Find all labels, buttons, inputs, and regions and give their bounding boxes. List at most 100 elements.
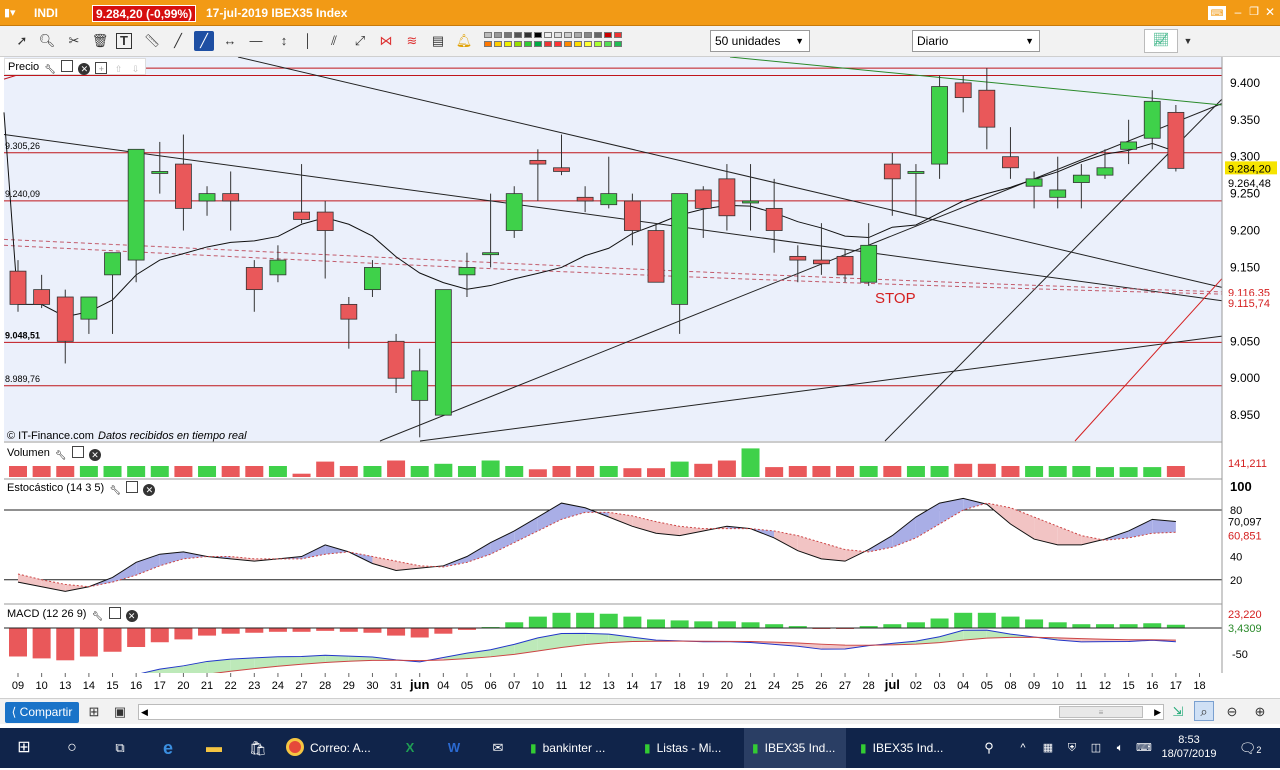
color-swatch[interactable] bbox=[604, 32, 612, 38]
trash-icon[interactable]: 🗑︎ bbox=[90, 31, 110, 51]
word-icon[interactable]: W bbox=[440, 728, 468, 768]
color-swatch[interactable] bbox=[544, 41, 552, 47]
taskbar-item-ibex[interactable]: ▮ IBEX35 Ind... bbox=[852, 728, 952, 768]
volume-icon[interactable]: 🔈︎ bbox=[1110, 728, 1130, 768]
color-swatch[interactable] bbox=[524, 32, 532, 38]
period-select[interactable]: Diario ▼ bbox=[912, 30, 1040, 52]
color-swatch[interactable] bbox=[554, 32, 562, 38]
add-icon[interactable]: + bbox=[95, 62, 108, 74]
channel-icon[interactable]: ⫽ bbox=[324, 31, 344, 51]
scroll-left-icon[interactable]: ◀ bbox=[141, 705, 148, 719]
zoom-out-icon[interactable]: ⊖ bbox=[1222, 702, 1242, 722]
color-swatch[interactable] bbox=[564, 41, 572, 47]
color-swatch[interactable] bbox=[494, 41, 502, 47]
share-button[interactable]: ⟨ Compartir bbox=[5, 702, 79, 723]
export-icon[interactable]: ⇲ bbox=[1168, 702, 1188, 722]
pointer-icon[interactable]: ➚ bbox=[12, 31, 32, 51]
color-swatch[interactable] bbox=[584, 41, 592, 47]
edge-icon[interactable]: e bbox=[154, 728, 182, 768]
chevron-down-icon[interactable]: ▼ bbox=[1178, 31, 1198, 51]
wifi-icon[interactable]: ◫ bbox=[1086, 728, 1106, 768]
color-swatch[interactable] bbox=[584, 32, 592, 38]
expand-icon[interactable]: ⤢ bbox=[350, 31, 370, 51]
close-icon[interactable]: ✕ bbox=[89, 449, 101, 461]
people-icon[interactable]: ⚲ bbox=[978, 728, 1000, 768]
taskbar-item-bankinter[interactable]: ▮ bankinter ... bbox=[530, 728, 630, 768]
fibonacci-icon[interactable]: ⋈ bbox=[376, 31, 396, 51]
color-swatch[interactable] bbox=[504, 32, 512, 38]
taskbar-item-ibex-active[interactable]: ▮ IBEX35 Ind... bbox=[744, 728, 846, 768]
color-swatch[interactable] bbox=[594, 32, 602, 38]
zoom-in-icon[interactable]: ⊕ bbox=[1250, 702, 1270, 722]
clock[interactable]: 8:53 18/07/2019 bbox=[1160, 728, 1218, 768]
shield-icon[interactable]: ⛨ bbox=[1062, 728, 1082, 768]
horizontal-scrollbar[interactable]: ◀ ≡ ▶ bbox=[138, 704, 1164, 720]
file-explorer-icon[interactable]: ▬ bbox=[200, 728, 228, 768]
task-view-icon[interactable]: ⧉ bbox=[106, 728, 134, 768]
window-icon[interactable] bbox=[108, 607, 121, 619]
close-button[interactable]: ✕ bbox=[1262, 4, 1278, 20]
grid-tool-icon[interactable]: ▤ bbox=[428, 31, 448, 51]
color-swatch[interactable] bbox=[504, 41, 512, 47]
windows-start-icon[interactable]: ⊞ bbox=[10, 728, 38, 768]
line-tool-icon[interactable]: ╱ bbox=[168, 31, 188, 51]
chart-area[interactable]: STOP 9.305,26 9.240,09 9.048,51 8.989,76 9.40… bbox=[0, 56, 1280, 698]
save-icon[interactable]: ▣ bbox=[110, 702, 130, 722]
close-icon[interactable]: ✕ bbox=[78, 63, 91, 75]
network-tray-icon[interactable]: ▦ bbox=[1038, 728, 1058, 768]
move-down-icon[interactable]: ⇩ bbox=[130, 63, 142, 75]
color-swatch[interactable] bbox=[484, 32, 492, 38]
ruler-icon[interactable]: 📏︎ bbox=[142, 31, 162, 51]
tools-icon[interactable]: ✂ bbox=[64, 31, 84, 51]
notifications-icon[interactable]: 🗨︎2 bbox=[1236, 728, 1264, 768]
wrench-icon[interactable]: 🔧︎ bbox=[55, 449, 67, 461]
color-swatch[interactable] bbox=[524, 41, 532, 47]
excel-icon[interactable]: X bbox=[396, 728, 424, 768]
taskbar-item-chrome[interactable]: Correo: A... bbox=[286, 728, 378, 768]
color-swatch[interactable] bbox=[534, 32, 542, 38]
zoom-select-icon[interactable]: ⌕ bbox=[1194, 701, 1214, 721]
color-swatch[interactable] bbox=[514, 41, 522, 47]
horizontal-segment-icon[interactable]: ↔ bbox=[220, 31, 240, 51]
app-menu-icon[interactable]: ▮▾ bbox=[4, 0, 30, 26]
keyboard-icon[interactable]: ⌨ bbox=[1208, 6, 1226, 20]
color-swatch[interactable] bbox=[574, 32, 582, 38]
chart-canvas[interactable]: STOP 9.305,26 9.240,09 9.048,51 8.989,76 9.40… bbox=[0, 56, 1280, 698]
color-swatch[interactable] bbox=[564, 32, 572, 38]
wrench-icon[interactable]: 🔧︎ bbox=[44, 63, 56, 75]
minimize-button[interactable]: – bbox=[1230, 4, 1246, 20]
close-icon[interactable]: ✕ bbox=[143, 484, 156, 496]
taskbar-item-listas[interactable]: ▮ Listas - Mi... bbox=[644, 728, 740, 768]
color-swatch[interactable] bbox=[614, 41, 622, 47]
scroll-right-icon[interactable]: ▶ bbox=[1154, 705, 1161, 719]
color-swatch[interactable] bbox=[494, 32, 502, 38]
search-icon[interactable]: ○ bbox=[58, 728, 86, 768]
color-swatch[interactable] bbox=[554, 41, 562, 47]
move-up-icon[interactable]: ⇧ bbox=[113, 63, 125, 75]
vertical-segment-icon[interactable]: ↕ bbox=[274, 31, 294, 51]
vertical-line-icon[interactable]: │ bbox=[298, 31, 318, 51]
mail-icon[interactable]: ✉ bbox=[484, 728, 512, 768]
units-select[interactable]: 50 unidades ▼ bbox=[710, 30, 810, 52]
chart-type-icon[interactable]: 📈︎ bbox=[1144, 29, 1178, 53]
scroll-thumb[interactable]: ≡ bbox=[1059, 706, 1143, 718]
color-swatch[interactable] bbox=[534, 41, 542, 47]
horizontal-line-icon[interactable]: ― bbox=[246, 31, 266, 51]
alarm-icon[interactable]: 🔔︎ bbox=[454, 31, 474, 51]
trendline-tool-icon[interactable]: ╱ bbox=[194, 31, 214, 51]
color-swatch[interactable] bbox=[514, 32, 522, 38]
color-swatch[interactable] bbox=[574, 41, 582, 47]
text-tool-icon[interactable]: T bbox=[116, 33, 132, 49]
bar-spacing-icon[interactable]: ⊞ bbox=[84, 702, 104, 722]
chevron-up-icon[interactable]: ^ bbox=[1014, 728, 1032, 768]
zoom-icon[interactable]: 🔍︎ bbox=[37, 31, 57, 51]
color-swatch[interactable] bbox=[594, 41, 602, 47]
wrench-icon[interactable]: 🔧︎ bbox=[92, 610, 104, 622]
close-icon[interactable]: ✕ bbox=[125, 610, 138, 622]
color-swatch[interactable] bbox=[544, 32, 552, 38]
window-icon[interactable] bbox=[61, 60, 74, 72]
color-swatch[interactable] bbox=[484, 41, 492, 47]
window-icon[interactable] bbox=[71, 446, 84, 458]
store-icon[interactable]: 🛍︎ bbox=[244, 728, 272, 768]
restore-button[interactable]: ❐ bbox=[1246, 4, 1262, 20]
